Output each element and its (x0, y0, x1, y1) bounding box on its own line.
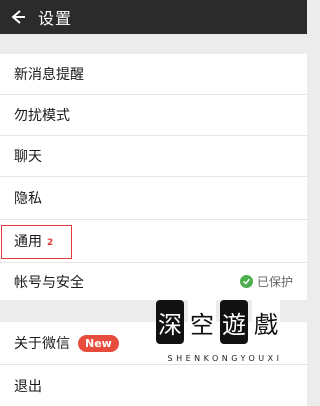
settings-item-do-not-disturb[interactable]: 勿扰模式 (0, 95, 307, 136)
settings-item-account-security[interactable]: 帐号与安全 已保护 (0, 263, 307, 300)
watermark-char: 空 (188, 300, 216, 344)
watermark-text: SHENKONGYOUXI (167, 354, 283, 363)
settings-item-label: 通用 (14, 234, 42, 250)
back-arrow-icon[interactable] (4, 0, 32, 34)
settings-item-label: 退出 (14, 378, 42, 395)
settings-item-privacy[interactable]: 隐私 (0, 177, 307, 220)
watermark-char: 深 (156, 300, 184, 344)
settings-item-label: 帐号与安全 (14, 274, 84, 291)
top-bar: 设置 (0, 0, 307, 34)
settings-item-label: 关于微信 (14, 336, 70, 352)
protection-status-text: 已保护 (256, 275, 293, 289)
annotation-marker: 2 (47, 238, 54, 248)
settings-item-label: 聊天 (14, 149, 42, 165)
settings-item-label: 勿扰模式 (14, 108, 70, 124)
page-title: 设置 (38, 9, 73, 28)
account-protection-status: 已保护 (239, 273, 293, 290)
watermark-char: 戲 (252, 300, 280, 344)
settings-item-new-message-alert[interactable]: 新消息提醒 (0, 54, 307, 95)
settings-item-label: 新消息提醒 (14, 67, 84, 83)
watermark-logo: 深 空 遊 戲 SHENKONGYOUXI (150, 300, 300, 400)
shield-check-icon (239, 275, 253, 288)
new-badge: New (78, 334, 119, 352)
settings-item-label: 隐私 (14, 191, 42, 207)
watermark-char: 遊 (220, 300, 248, 344)
settings-item-chat[interactable]: 聊天 (0, 136, 307, 177)
